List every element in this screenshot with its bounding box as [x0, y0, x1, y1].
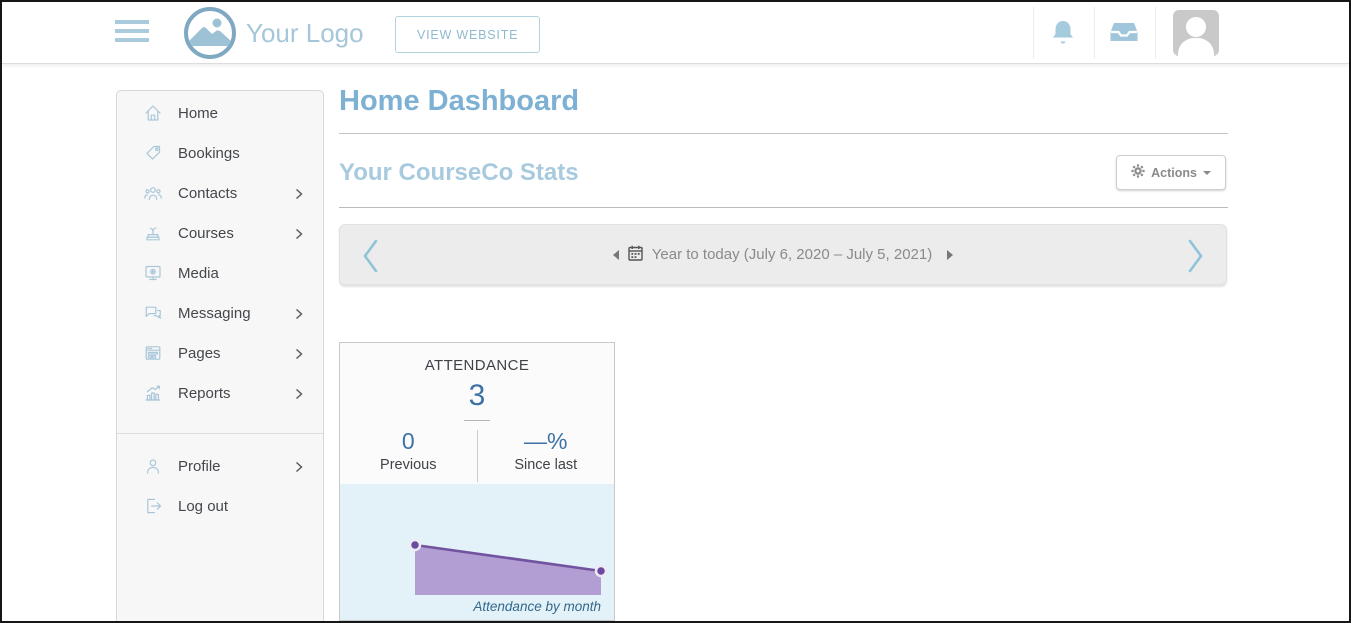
sidebar-item-label: Contacts — [178, 185, 237, 202]
attendance-chart-panel: Attendance by month — [340, 484, 614, 620]
chevron-right-icon — [295, 187, 303, 205]
next-range-button[interactable] — [1184, 237, 1206, 278]
previous-range-button[interactable] — [360, 237, 382, 278]
page-title: Home Dashboard — [339, 85, 579, 118]
pages-icon — [143, 343, 163, 363]
contacts-icon — [143, 183, 163, 203]
sidebar-item-courses[interactable]: Courses — [117, 213, 323, 253]
app-window: Your Logo VIEW WEBSITE — [0, 0, 1351, 623]
sidebar-item-label: Bookings — [178, 145, 240, 162]
since-last-label: Since last — [478, 457, 615, 473]
notifications-button[interactable] — [1033, 2, 1093, 64]
stat-title: ATTENDANCE — [340, 343, 614, 374]
sidebar-item-label: Messaging — [178, 305, 251, 322]
header-divider — [1155, 7, 1156, 59]
profile-icon — [143, 456, 163, 476]
section-title: Your CourseCo Stats — [339, 159, 579, 187]
sidebar-nav: Home Bookings Contacts Courses — [116, 90, 324, 621]
view-website-button[interactable]: VIEW WEBSITE — [395, 16, 540, 53]
sidebar-item-pages[interactable]: Pages — [117, 333, 323, 373]
attendance-area-fill — [415, 545, 601, 595]
step-forward-icon[interactable] — [947, 250, 953, 260]
stat-value-divider — [464, 420, 490, 421]
date-range-bar: Year to today (July 6, 2020 – July 5, 20… — [339, 224, 1227, 285]
previous-label: Previous — [340, 457, 477, 473]
attendance-chart-label: Attendance by month — [473, 599, 601, 614]
media-icon — [143, 263, 163, 283]
sidebar-item-label: Reports — [178, 385, 231, 402]
step-back-icon[interactable] — [613, 250, 619, 260]
date-range-label: Year to today (July 6, 2020 – July 5, 20… — [652, 246, 932, 263]
inbox-icon — [1109, 20, 1139, 47]
since-last-stat: —% Since last — [478, 428, 615, 482]
calendar-icon — [628, 245, 643, 265]
chevron-right-icon — [295, 460, 303, 478]
title-divider — [339, 133, 1228, 134]
actions-button[interactable]: Actions — [1116, 155, 1226, 190]
courses-icon — [143, 223, 163, 243]
previous-value: 0 — [340, 428, 477, 455]
caret-down-icon — [1203, 171, 1211, 175]
sidebar-item-label: Log out — [178, 498, 228, 515]
chevron-right-icon — [295, 307, 303, 325]
reports-icon — [143, 383, 163, 403]
sidebar-item-label: Home — [178, 105, 218, 122]
logo-text: Your Logo — [246, 18, 364, 49]
sidebar-item-messaging[interactable]: Messaging — [117, 293, 323, 333]
logo-image-icon — [184, 7, 236, 59]
chevron-right-icon — [295, 387, 303, 405]
attendance-data-point — [410, 540, 420, 550]
top-header: Your Logo VIEW WEBSITE — [2, 2, 1349, 64]
sidebar-item-bookings[interactable]: Bookings — [117, 133, 323, 173]
previous-stat: 0 Previous — [340, 428, 477, 482]
messaging-icon — [143, 303, 163, 323]
sidebar-divider — [117, 433, 323, 434]
gear-icon — [1131, 164, 1145, 181]
logout-icon — [143, 496, 163, 516]
actions-button-label: Actions — [1151, 166, 1197, 180]
chevron-right-icon — [295, 227, 303, 245]
sidebar-item-reports[interactable]: Reports — [117, 373, 323, 413]
brand-logo[interactable]: Your Logo — [184, 7, 364, 59]
hamburger-menu-icon[interactable] — [115, 20, 149, 42]
attendance-data-point — [596, 566, 606, 576]
inbox-button[interactable] — [1094, 2, 1154, 64]
tag-icon — [143, 143, 163, 163]
sidebar-item-label: Courses — [178, 225, 234, 242]
bell-icon — [1051, 19, 1075, 48]
chevron-right-icon — [295, 347, 303, 365]
stat-value: 3 — [340, 379, 614, 413]
user-avatar[interactable] — [1173, 10, 1219, 56]
since-last-value: —% — [478, 428, 615, 455]
sidebar-item-contacts[interactable]: Contacts — [117, 173, 323, 213]
attendance-card-top: ATTENDANCE 3 0 Previous —% Since last — [340, 343, 614, 484]
sidebar-item-label: Media — [178, 265, 219, 282]
sidebar-item-profile[interactable]: Profile — [117, 446, 323, 486]
home-icon — [143, 103, 163, 123]
sidebar-item-label: Pages — [178, 345, 221, 362]
attendance-stat-card[interactable]: ATTENDANCE 3 0 Previous —% Since last At — [339, 342, 615, 621]
section-divider — [339, 207, 1228, 208]
sidebar-item-media[interactable]: Media — [117, 253, 323, 293]
sidebar-item-logout[interactable]: Log out — [117, 486, 323, 526]
sidebar-item-home[interactable]: Home — [117, 93, 323, 133]
sidebar-item-label: Profile — [178, 458, 221, 475]
